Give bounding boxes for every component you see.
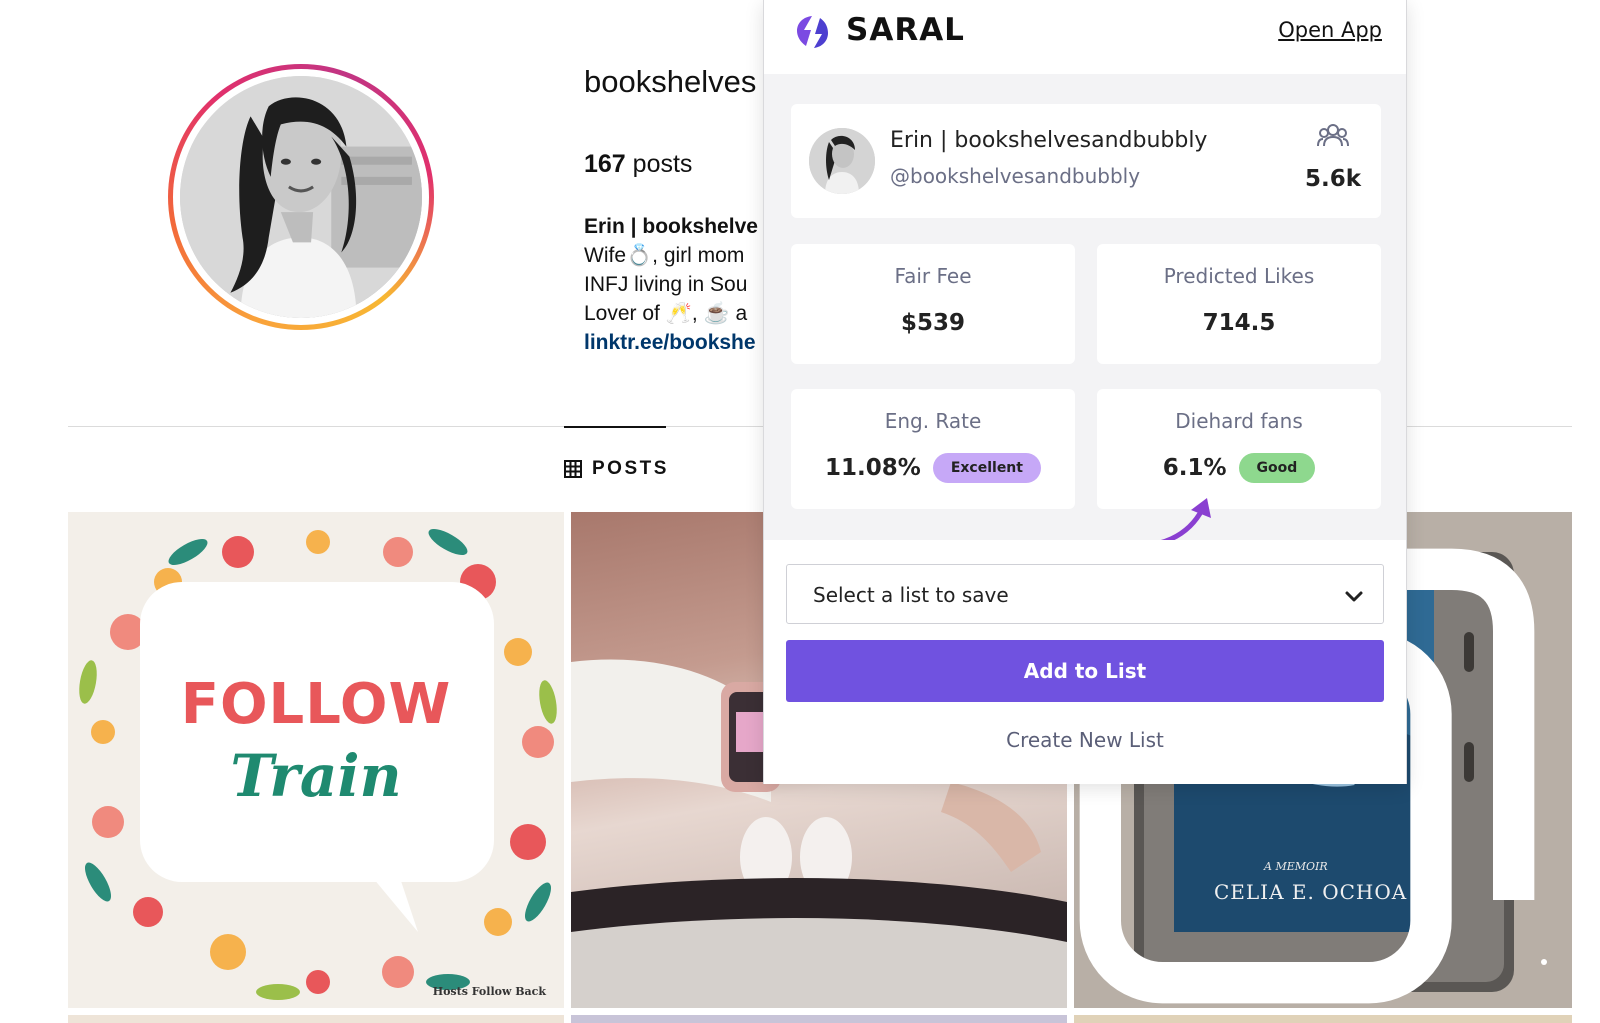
stat-eng-rate: Eng. Rate 11.08% Excellent <box>791 389 1075 509</box>
avatar-portrait-icon <box>180 76 422 318</box>
save-section: Select a list to save Add to List Create… <box>764 540 1406 784</box>
stat-row: 6.1% Good <box>1097 453 1381 483</box>
stat-label: Fair Fee <box>894 264 972 288</box>
bio-link[interactable]: linktr.ee/bookshe <box>584 328 758 357</box>
saral-brand: SARAL <box>846 12 965 48</box>
saral-header: SARAL Open App <box>764 0 1406 74</box>
stat-value: $539 <box>900 310 965 336</box>
stat-value: 6.1% <box>1162 455 1227 481</box>
bio-line: Wife💍, girl mom <box>584 244 745 267</box>
create-new-list-link[interactable]: Create New List <box>764 728 1406 752</box>
tab-posts-label: POSTS <box>592 458 669 479</box>
post-thumbnail[interactable]: FOLLOW Train Hosts Follow Back <box>68 512 564 1008</box>
stat-fair-fee: Fair Fee $539 <box>791 244 1075 364</box>
posts-count-number: 167 <box>584 150 626 178</box>
open-app-link[interactable]: Open App <box>1278 18 1382 42</box>
followers-count: 5.6k <box>1304 166 1361 192</box>
post-thumbnail[interactable] <box>1074 1015 1572 1023</box>
list-select-label: Select a list to save <box>813 583 1009 607</box>
creator-avatar <box>809 128 875 194</box>
profile-bio: Erin | bookshelve Wife💍, girl mom INFJ l… <box>584 212 758 357</box>
saral-logo-icon <box>797 16 828 48</box>
chevron-down-icon <box>1345 591 1363 602</box>
stat-value: 11.08% <box>825 455 921 481</box>
follow-word: FOLLOW <box>180 672 452 737</box>
train-word: Train <box>230 742 402 810</box>
bio-name: Erin | bookshelve <box>584 215 758 238</box>
grid-icon <box>564 460 582 478</box>
followers-icon <box>1317 124 1349 147</box>
posts-count: 167 posts <box>584 150 692 179</box>
stat-label: Predicted Likes <box>1163 264 1315 288</box>
avatar-photo <box>180 76 422 318</box>
creator-card: Erin | bookshelvesandbubbly @bookshelves… <box>791 104 1381 218</box>
creator-avatar-icon <box>809 128 875 194</box>
creator-handle: @bookshelvesandbubbly <box>890 164 1141 188</box>
list-select[interactable]: Select a list to save <box>786 564 1384 624</box>
stat-label: Eng. Rate <box>884 409 982 433</box>
tab-active-indicator <box>564 426 666 428</box>
profile-username: bookshelves <box>584 64 757 99</box>
hosts-text: Hosts Follow Back <box>432 985 546 998</box>
posts-count-word: posts <box>632 150 693 178</box>
stat-predicted-likes: Predicted Likes 714.5 <box>1097 244 1381 364</box>
creator-name: Erin | bookshelvesandbubbly <box>890 128 1208 153</box>
stat-diehard-fans: Diehard fans 6.1% Good <box>1097 389 1381 509</box>
stat-label: Diehard fans <box>1175 409 1303 433</box>
add-to-list-button[interactable]: Add to List <box>786 640 1384 702</box>
post-thumbnail[interactable] <box>571 1015 1067 1023</box>
stat-value: 714.5 <box>1202 310 1276 336</box>
stat-row: 11.08% Excellent <box>791 453 1075 483</box>
profile-avatar[interactable] <box>168 64 434 330</box>
status-badge: Good <box>1238 453 1316 483</box>
post-thumbnail[interactable] <box>68 1015 564 1023</box>
bio-line: Lover of 🥂, ☕ a <box>584 302 748 325</box>
tab-posts[interactable]: POSTS <box>564 458 669 480</box>
status-badge: Excellent <box>932 453 1041 483</box>
saral-popup: SARAL Open App Erin | bookshelvesandbubb… <box>763 0 1407 784</box>
bio-line: INFJ living in Sou <box>584 273 748 296</box>
